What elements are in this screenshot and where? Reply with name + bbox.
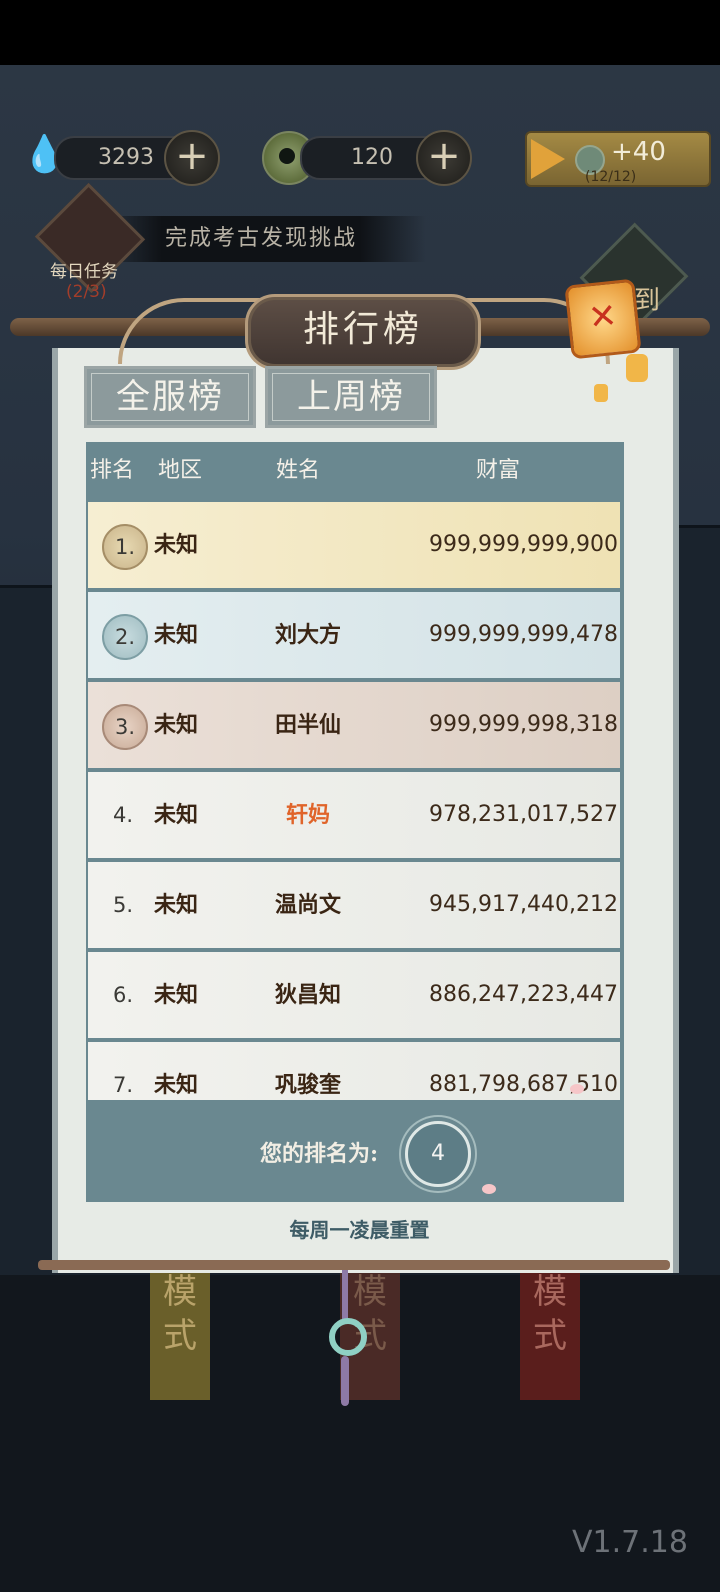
row-name: 田半仙 — [274, 712, 341, 738]
row-region: 未知 — [154, 802, 199, 828]
yellow-banner: 模式 — [150, 1270, 210, 1400]
close-icon: ✕ — [586, 295, 620, 339]
header-rank: 排名 — [90, 458, 135, 483]
lantern-close-button[interactable]: ✕ — [564, 278, 642, 360]
water-drop-icon: 💧 — [22, 134, 67, 175]
row-name: 刘大方 — [274, 622, 341, 648]
my-rank-value: 4 — [405, 1121, 471, 1187]
row-region: 未知 — [154, 532, 199, 558]
reset-note: 每周一凌晨重置 — [289, 1218, 430, 1242]
rank-number: 5. — [112, 893, 134, 917]
row-region: 未知 — [154, 622, 199, 648]
version-label: V1.7.18 — [572, 1525, 688, 1560]
small-lantern-icon — [594, 384, 608, 402]
row-wealth: 978,231,017,527 — [429, 802, 618, 827]
row-region: 未知 — [154, 892, 199, 918]
row-name: 温尚文 — [274, 892, 341, 918]
currency2-value: 120 — [351, 145, 393, 170]
red-banner: 模式 — [520, 1270, 580, 1400]
row-wealth: 886,247,223,447 — [429, 982, 618, 1007]
task-banner-text: 完成考古发现挑战 — [164, 226, 357, 251]
my-rank-label: 您的排名为: — [260, 1141, 379, 1167]
row-name — [248, 502, 368, 588]
rank-badge: 1. — [102, 524, 148, 570]
row-region: 未知 — [154, 712, 199, 738]
rank-badge: 2. — [102, 614, 148, 660]
table-header: 排名 地区 姓名 财富 — [86, 442, 624, 500]
leaderboard-title: 排行榜 — [245, 294, 481, 370]
ad-reward-amount: +40 — [611, 137, 666, 167]
row-wealth: 999,999,999,900 — [429, 532, 618, 557]
tab-all-server-label: 全服榜 — [116, 377, 224, 417]
row-name: 狄昌知 — [274, 982, 341, 1008]
row-name-self: 轩妈 — [285, 802, 330, 828]
row-region: 未知 — [154, 982, 199, 1008]
rank-number: 6. — [112, 983, 134, 1007]
row-wealth: 999,999,999,478 — [429, 622, 618, 647]
table-row: 4. 未知 轩妈 978,231,017,527 — [88, 772, 620, 862]
jade-tassel-icon — [325, 1270, 367, 1410]
header-name: 姓名 — [276, 458, 321, 483]
row-wealth: 945,917,440,212 — [429, 892, 618, 917]
row-region: 未知 — [154, 1072, 199, 1098]
table-row: 6. 未知 狄昌知 886,247,223,447 — [88, 952, 620, 1042]
rank-number: 4. — [112, 803, 134, 827]
daily-task-progress: (2/3) — [66, 282, 107, 302]
table-row: 3. 未知 田半仙 999,999,998,318 — [88, 682, 620, 772]
petal-icon — [482, 1184, 496, 1194]
row-wealth: 881,798,687,510 — [429, 1072, 618, 1097]
table-row: 5. 未知 温尚文 945,917,440,212 — [88, 862, 620, 952]
leaderboard-list[interactable]: 1. 未知 999,999,999,900 2. 未知 刘大方 999,999,… — [86, 500, 624, 1100]
row-wealth: 999,999,998,318 — [429, 712, 618, 737]
play-icon — [531, 139, 565, 179]
tab-last-week-label: 上周榜 — [297, 377, 405, 417]
table-row: 2. 未知 刘大方 999,999,999,478 — [88, 592, 620, 682]
title-text: 排行榜 — [302, 309, 423, 350]
header-region: 地区 — [158, 458, 203, 483]
table-row: 7. 未知 巩骏奎 881,798,687,510 — [88, 1042, 620, 1100]
add-currency2-button[interactable]: + — [416, 130, 472, 186]
rank-number: 7. — [112, 1073, 134, 1097]
table-row: 1. 未知 999,999,999,900 — [88, 502, 620, 592]
watch-ad-reward-button[interactable]: +40 (12/12) — [525, 131, 711, 187]
header-wealth: 财富 — [476, 458, 521, 483]
rank-badge: 3. — [102, 704, 148, 750]
scroll-bottom-rod — [38, 1260, 670, 1270]
petal-icon — [570, 1084, 584, 1094]
small-lantern-icon — [626, 354, 648, 382]
add-currency1-button[interactable]: + — [164, 130, 220, 186]
tab-all-server[interactable]: 全服榜 — [84, 366, 256, 428]
checkin-label: 到 — [634, 286, 661, 316]
daily-task-label: 每日任务 — [50, 262, 118, 282]
tab-last-week[interactable]: 上周榜 — [265, 366, 437, 428]
row-name: 巩骏奎 — [274, 1072, 341, 1098]
currency1-value: 3293 — [98, 145, 154, 170]
ad-count: (12/12) — [585, 169, 637, 185]
